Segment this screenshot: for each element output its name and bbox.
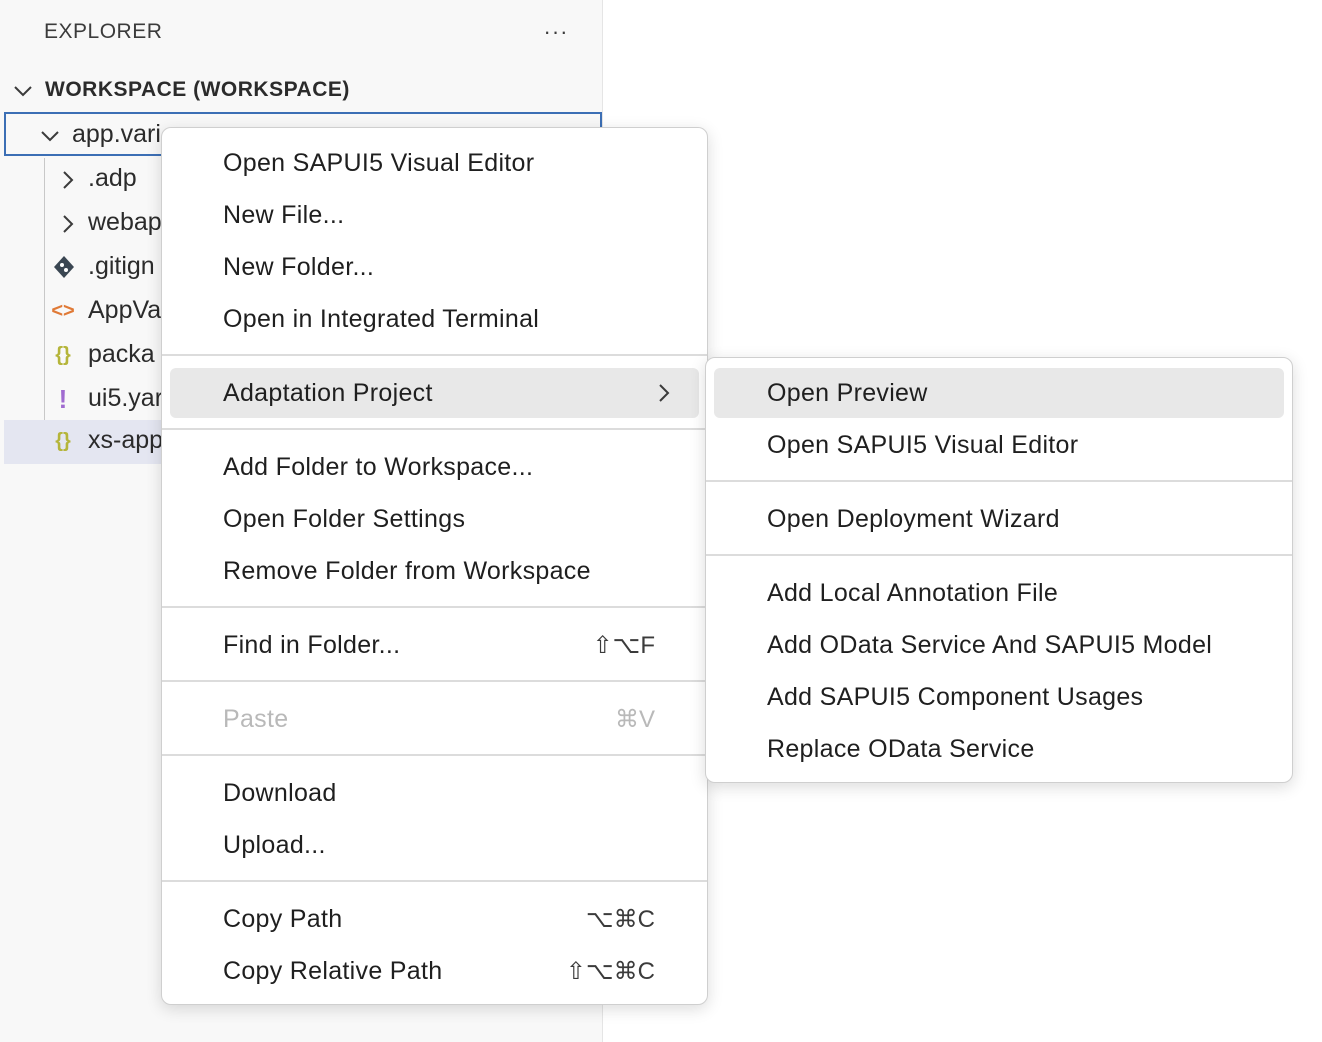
code-brackets-icon: <> <box>51 300 75 322</box>
tree-row-label: .adp <box>88 164 137 192</box>
shortcut-label: ⇧⌥F <box>592 632 655 659</box>
menu-item-new-folder[interactable]: New Folder... <box>170 242 699 292</box>
shortcut-label: ⇧⌥⌘C <box>565 958 655 985</box>
menu-item-upload[interactable]: Upload... <box>170 820 699 870</box>
chevron-right-icon <box>63 215 74 233</box>
workspace-header[interactable]: WORKSPACE (WORKSPACE) <box>0 70 602 110</box>
tree-row-label: ui5.yar <box>88 384 164 412</box>
chevron-down-icon <box>14 86 32 97</box>
git-diamond-icon <box>54 256 74 278</box>
explorer-title: EXPLORER <box>44 20 163 43</box>
tree-row-label: packa <box>88 340 155 368</box>
menu-separator <box>162 880 707 882</box>
menu-separator <box>162 680 707 682</box>
menu-separator <box>162 606 707 608</box>
menu-item-open-in-integrated-terminal[interactable]: Open in Integrated Terminal <box>170 294 699 344</box>
menu-item-open-folder-settings[interactable]: Open Folder Settings <box>170 494 699 544</box>
screen: EXPLORER ··· WORKSPACE (WORKSPACE) app.v… <box>0 0 1322 1042</box>
menu-separator <box>162 428 707 430</box>
menu-item-remove-folder-from-workspace[interactable]: Remove Folder from Workspace <box>170 546 699 596</box>
tree-row-label: xs-app <box>88 426 164 454</box>
submenu-item-add-local-annotation-file[interactable]: Add Local Annotation File <box>714 568 1284 618</box>
chevron-right-icon <box>63 171 74 189</box>
menu-separator <box>162 354 707 356</box>
menu-item-adaptation-project[interactable]: Adaptation Project <box>170 368 699 418</box>
submenu-item-open-sapui5-visual-editor[interactable]: Open SAPUI5 Visual Editor <box>714 420 1284 470</box>
shortcut-label: ⌥⌘C <box>586 906 655 933</box>
chevron-down-icon <box>41 131 59 142</box>
submenu-item-add-component-usages[interactable]: Add SAPUI5 Component Usages <box>714 672 1284 722</box>
tree-row-label: .gitign <box>88 252 155 280</box>
json-braces-icon: {} <box>55 430 71 452</box>
shortcut-label: ⌘V <box>614 706 655 733</box>
context-menu: Open SAPUI5 Visual Editor New File... Ne… <box>161 127 708 1005</box>
json-braces-icon: {} <box>55 344 71 366</box>
workspace-label: WORKSPACE (WORKSPACE) <box>45 78 350 101</box>
chevron-right-icon <box>659 384 670 402</box>
menu-item-copy-path[interactable]: Copy Path ⌥⌘C <box>170 894 699 944</box>
submenu-item-open-preview[interactable]: Open Preview <box>714 368 1284 418</box>
tree-row-label: webap <box>88 208 162 236</box>
menu-item-paste: Paste ⌘V <box>223 705 655 733</box>
yaml-exclamation-icon: ! <box>58 384 68 414</box>
menu-item-add-folder-to-workspace[interactable]: Add Folder to Workspace... <box>170 442 699 492</box>
submenu-item-replace-odata-service[interactable]: Replace OData Service <box>714 724 1284 774</box>
adaptation-project-submenu: Open Preview Open SAPUI5 Visual Editor O… <box>705 357 1293 783</box>
submenu-item-add-odata-service-and-model[interactable]: Add OData Service And SAPUI5 Model <box>714 620 1284 670</box>
menu-item-open-sapui5-visual-editor[interactable]: Open SAPUI5 Visual Editor <box>170 138 699 188</box>
menu-item-copy-relative-path[interactable]: Copy Relative Path ⇧⌥⌘C <box>170 946 699 996</box>
tree-row-label: AppVa <box>88 296 162 324</box>
menu-separator <box>162 754 707 756</box>
more-actions-button[interactable]: ··· <box>538 14 574 50</box>
menu-separator <box>706 554 1292 556</box>
submenu-item-open-deployment-wizard[interactable]: Open Deployment Wizard <box>714 494 1284 544</box>
menu-item-new-file[interactable]: New File... <box>170 190 699 240</box>
menu-item-find-in-folder[interactable]: Find in Folder... ⇧⌥F <box>170 620 699 670</box>
menu-separator <box>706 480 1292 482</box>
tree-row-label: app.vari <box>72 120 161 148</box>
menu-item-download[interactable]: Download <box>170 768 699 818</box>
